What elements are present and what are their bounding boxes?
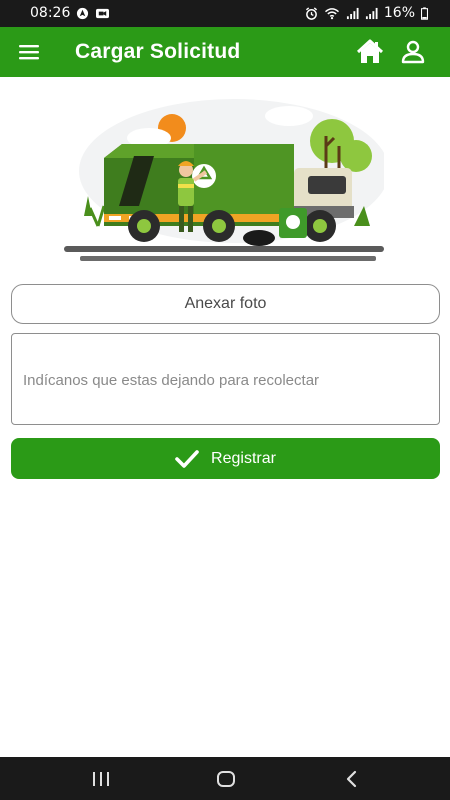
home-icon[interactable] bbox=[356, 39, 384, 65]
alarm-icon bbox=[305, 6, 317, 20]
status-time: 08:26 bbox=[30, 5, 71, 21]
signal-icon bbox=[346, 7, 359, 19]
register-button[interactable]: Registrar bbox=[11, 438, 440, 479]
user-icon[interactable] bbox=[400, 39, 426, 65]
battery-percentage: 16% bbox=[383, 5, 415, 21]
battery-icon bbox=[421, 6, 428, 20]
menu-icon[interactable] bbox=[17, 41, 41, 63]
status-bar: 08:26 16% bbox=[0, 0, 450, 27]
home-circle-icon[interactable] bbox=[216, 769, 236, 789]
navigation-icon bbox=[77, 7, 89, 19]
check-icon bbox=[175, 449, 199, 468]
status-right: 16% bbox=[305, 5, 428, 21]
description-placeholder: Indícanos que estas dejando para recolec… bbox=[23, 372, 320, 389]
recents-icon[interactable] bbox=[91, 770, 111, 788]
screen-record-icon bbox=[96, 8, 110, 18]
app-bar: Cargar Solicitud bbox=[0, 27, 450, 77]
signal-icon bbox=[365, 7, 378, 19]
status-left: 08:26 bbox=[30, 5, 110, 21]
system-nav-bar bbox=[0, 757, 450, 800]
attach-photo-button[interactable]: Anexar foto bbox=[11, 284, 440, 324]
description-field[interactable]: Indícanos que estas dejando para recolec… bbox=[11, 333, 440, 425]
back-icon[interactable] bbox=[344, 769, 360, 789]
page-title: Cargar Solicitud bbox=[75, 40, 241, 63]
wifi-icon bbox=[324, 7, 339, 19]
garbage-truck-illustration bbox=[64, 99, 384, 261]
register-label: Registrar bbox=[211, 449, 276, 467]
